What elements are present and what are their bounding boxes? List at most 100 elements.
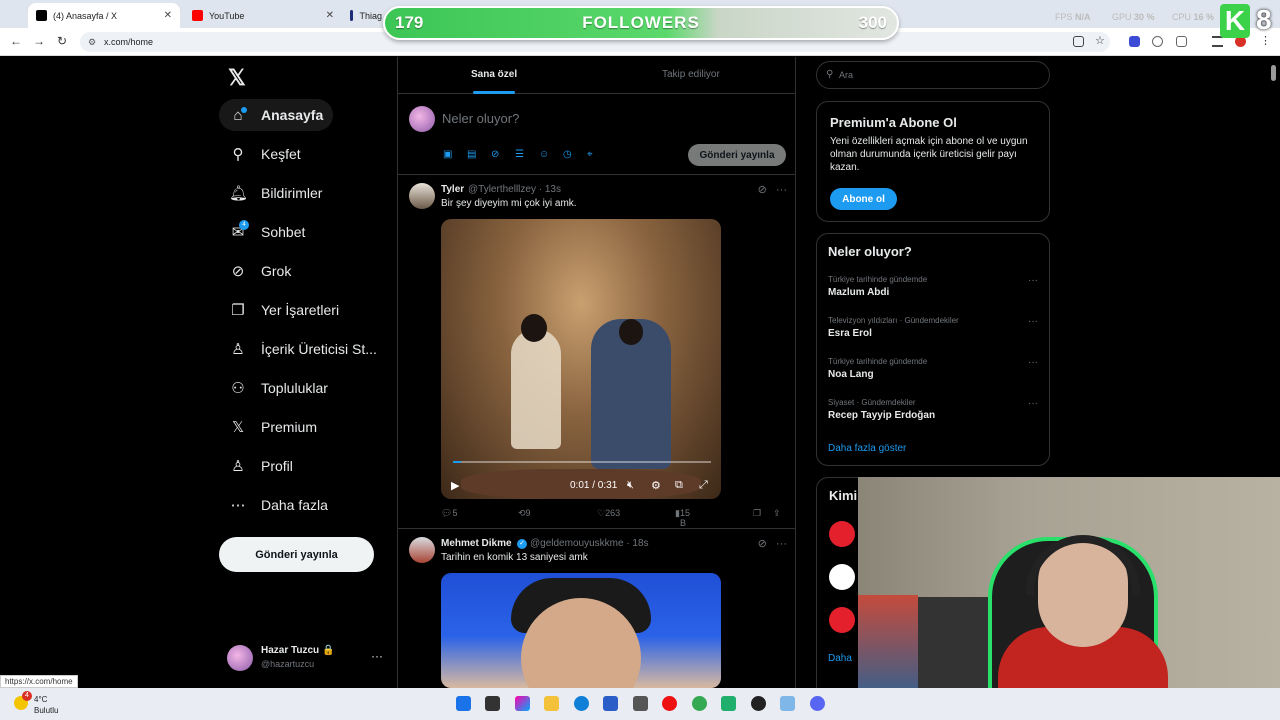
settings-gear-icon[interactable]: ⚙: [651, 479, 661, 492]
compose-post-button[interactable]: Gönderi yayınla: [688, 144, 786, 166]
more-options-icon[interactable]: ···: [1028, 316, 1038, 327]
bookmark-icon[interactable]: ❐: [753, 508, 761, 519]
like-button[interactable]: ♡ 263: [597, 508, 620, 519]
app-icon[interactable]: [633, 696, 648, 711]
avatar[interactable]: [829, 607, 855, 633]
sidebar-item-search[interactable]: ⚲ Keşfet: [219, 138, 311, 170]
grok-icon[interactable]: ⊘: [758, 538, 767, 550]
task-view-icon[interactable]: [485, 696, 500, 711]
trend-item[interactable]: Türkiye tarihinde gündemde Noa Lang ···: [828, 357, 1038, 387]
file-explorer-icon[interactable]: [544, 696, 559, 711]
more-options-icon[interactable]: ···: [1028, 275, 1038, 286]
trend-item[interactable]: Siyaset · Gündemdekiler Recep Tayyip Erd…: [828, 398, 1038, 428]
schedule-icon[interactable]: ◷: [563, 149, 572, 160]
chrome-icon[interactable]: [692, 696, 707, 711]
more-options-icon[interactable]: ···: [776, 184, 787, 196]
show-more-link[interactable]: Daha fazla göster: [828, 443, 906, 454]
play-icon[interactable]: ▶: [451, 479, 459, 492]
subscribe-button[interactable]: Abone ol: [830, 188, 897, 210]
tweet-video[interactable]: [441, 573, 721, 688]
more-options-icon[interactable]: ···: [1028, 357, 1038, 368]
browser-tab-x[interactable]: (4) Anasayfa / X ✕: [28, 3, 180, 28]
emoji-icon[interactable]: ☺: [539, 149, 549, 160]
site-info-icon[interactable]: ⚙: [88, 37, 96, 48]
avatar[interactable]: [829, 564, 855, 590]
sidebar-item-mail[interactable]: ✉ Sohbet 4: [219, 216, 315, 248]
avatar[interactable]: [409, 537, 435, 563]
app-icon[interactable]: [780, 696, 795, 711]
sidebar-item-profile[interactable]: ♙ Profil: [219, 450, 303, 482]
search-input[interactable]: ⚲ Ara: [816, 61, 1050, 89]
obs-icon[interactable]: [751, 696, 766, 711]
tweet-author-handle[interactable]: @Tylerthelllzey · 13s: [468, 184, 561, 195]
extension-icon[interactable]: [1129, 36, 1140, 47]
sidebar-item-x-premium[interactable]: 𝕏 Premium: [219, 411, 327, 443]
tab-for-you[interactable]: Sana özel: [471, 69, 517, 80]
more-options-icon[interactable]: ···: [371, 649, 383, 663]
tweet-video[interactable]: ▶ 0:01 / 0:31 🔇︎ ⚙ ⧉ ⤢: [441, 219, 721, 499]
reload-icon[interactable]: ↻: [57, 34, 67, 48]
gif-icon[interactable]: ▤: [467, 149, 476, 160]
sidebar-item-more-circle[interactable]: ⋯ Daha fazla: [219, 489, 338, 521]
more-options-icon[interactable]: ···: [1028, 398, 1038, 409]
sidebar-item-bell[interactable]: 🔔︎ Bildirimler: [219, 177, 332, 209]
avatar[interactable]: [409, 183, 435, 209]
tweet-author-handle[interactable]: @geldemouyuskkme · 18s: [530, 538, 649, 549]
sidebar-item-home[interactable]: ⌂ Anasayfa: [219, 99, 334, 131]
scrollbar-thumb[interactable]: [1271, 65, 1276, 81]
grok-icon[interactable]: ⊘: [491, 149, 499, 160]
close-tab-icon[interactable]: ✕: [164, 10, 172, 21]
video-frame[interactable]: ▶ 0:01 / 0:31 🔇︎ ⚙ ⧉ ⤢: [441, 219, 721, 499]
more-options-icon[interactable]: ···: [776, 538, 787, 550]
webcam-scene: [858, 595, 918, 695]
composer-input[interactable]: Neler oluyor?: [442, 111, 519, 126]
sidebar-item-bookmark[interactable]: ❐ Yer İşaretleri: [219, 294, 349, 326]
post-button[interactable]: Gönderi yayınla: [219, 537, 374, 572]
copilot-icon[interactable]: [515, 696, 530, 711]
trend-item[interactable]: Türkiye tarihinde gündemde Mazlum Abdi ·…: [828, 275, 1038, 305]
bookmark-star-icon[interactable]: ☆: [1095, 34, 1106, 47]
poll-icon[interactable]: ☰: [515, 149, 524, 160]
grok-icon[interactable]: ⊘: [758, 184, 767, 196]
sidebar-item-grok[interactable]: ⊘ Grok: [219, 255, 301, 287]
image-icon[interactable]: ▣: [443, 149, 452, 160]
store-icon[interactable]: [603, 696, 618, 711]
location-icon[interactable]: ⌖: [587, 149, 593, 160]
mute-icon[interactable]: 🔇︎: [627, 479, 634, 492]
views-button[interactable]: ▮ 15 B: [675, 508, 690, 528]
forward-arrow-icon[interactable]: →: [33, 34, 45, 48]
x-logo-icon[interactable]: 𝕏: [228, 65, 246, 91]
tweet[interactable]: Mehmet Dikme ✓ @geldemouyuskkme · 18s ⊘ …: [398, 529, 795, 688]
reply-button[interactable]: 💬︎ 5: [441, 508, 457, 519]
extensions-puzzle-icon[interactable]: [1176, 36, 1187, 47]
tab-following[interactable]: Takip ediliyor: [662, 69, 720, 80]
sidebar-item-creator[interactable]: ♙ İçerik Üreticisi St...: [219, 333, 387, 365]
opera-icon[interactable]: [662, 696, 677, 711]
show-more-link[interactable]: Daha: [828, 653, 852, 664]
profile-name: Hazar Tuzcu 🔒: [261, 645, 335, 656]
browser-tab-thiag[interactable]: Thiag: [342, 3, 382, 28]
share-icon[interactable]: ⇪: [773, 508, 781, 519]
tweet[interactable]: Tyler @Tylerthelllzey · 13s ⊘ ··· Bir şe…: [398, 175, 795, 529]
sidebar-item-communities[interactable]: ⚇ Topluluklar: [219, 372, 338, 404]
install-app-icon[interactable]: [1073, 36, 1084, 47]
edge-icon[interactable]: [574, 696, 589, 711]
video-progress-bar[interactable]: [453, 461, 711, 463]
retweet-button[interactable]: ⟲ 9: [518, 508, 531, 519]
browser-tab-label: Thiag: [359, 10, 382, 21]
back-arrow-icon[interactable]: ←: [10, 34, 22, 48]
trend-item[interactable]: Televizyon yıldızları · Gündemdekiler Es…: [828, 316, 1038, 346]
avatar[interactable]: [829, 521, 855, 547]
account-switcher[interactable]: Hazar Tuzcu 🔒 @hazartuzcu ···: [227, 644, 387, 674]
browser-tab-youtube[interactable]: YouTube ✕: [184, 3, 342, 28]
extension-icon[interactable]: [1152, 36, 1163, 47]
windows-start-icon[interactable]: [456, 696, 471, 711]
discord-icon[interactable]: [810, 696, 825, 711]
tweet-author-name[interactable]: Mehmet Dikme: [441, 538, 512, 549]
app-icon[interactable]: [721, 696, 736, 711]
pip-icon[interactable]: ⧉: [675, 479, 683, 492]
close-tab-icon[interactable]: ✕: [326, 10, 334, 21]
tweet-author-name[interactable]: Tyler: [441, 184, 464, 195]
video-frame[interactable]: [441, 573, 721, 688]
fullscreen-icon[interactable]: ⤢: [699, 479, 708, 492]
